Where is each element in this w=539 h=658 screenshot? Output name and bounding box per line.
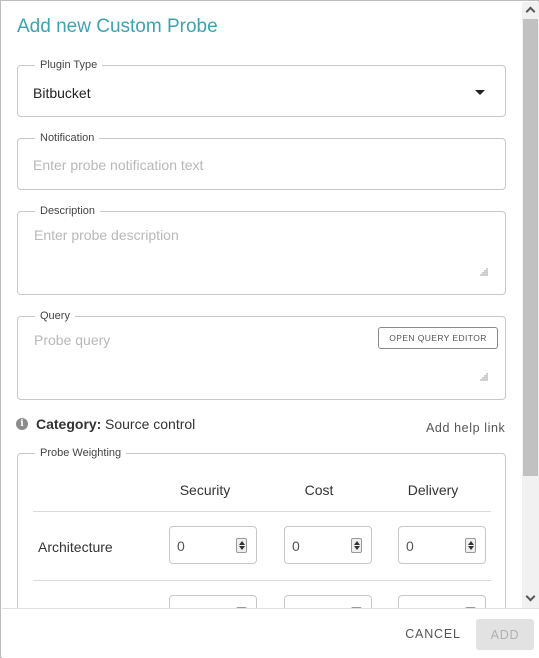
scroll-up-icon[interactable] <box>525 6 536 17</box>
probe-weighting-label: Probe Weighting <box>40 447 122 459</box>
notification-label: Notification <box>40 132 95 144</box>
scrollbar-thumb[interactable] <box>523 19 538 476</box>
row2-cost-input[interactable] <box>284 595 372 608</box>
info-icon: i <box>16 418 28 430</box>
spinner-arrows-icon[interactable] <box>465 538 476 553</box>
description-label: Description <box>40 205 96 217</box>
category-label: Category: <box>36 416 102 432</box>
category-value: Source control <box>105 416 196 432</box>
architecture-cost-input[interactable]: 0 <box>284 526 372 564</box>
row2-security-input[interactable] <box>169 595 257 608</box>
caret-down-icon[interactable] <box>475 90 485 95</box>
query-placeholder: Probe query <box>34 332 111 348</box>
dialog-footer: CANCEL ADD <box>2 608 539 658</box>
vertical-scrollbar[interactable] <box>522 2 539 608</box>
row2-delivery-input[interactable] <box>398 595 486 608</box>
add-custom-probe-dialog: Add new Custom Probe Plugin Type Bitbuck… <box>0 0 539 658</box>
column-header-delivery: Delivery <box>407 482 459 498</box>
cancel-button[interactable]: CANCEL <box>400 621 466 647</box>
description-placeholder: Enter probe description <box>34 227 179 243</box>
column-header-cost: Cost <box>304 482 334 498</box>
query-label: Query <box>40 310 70 322</box>
input-value: 0 <box>177 538 185 554</box>
table-divider <box>33 511 491 512</box>
query-field[interactable]: Query <box>17 310 506 400</box>
open-query-editor-button[interactable]: OPEN QUERY EDITOR <box>378 327 498 349</box>
plugin-type-label: Plugin Type <box>40 59 98 71</box>
dialog-title: Add new Custom Probe <box>17 16 218 37</box>
notification-placeholder: Enter probe notification text <box>33 157 204 173</box>
scroll-down-icon[interactable] <box>525 591 536 602</box>
row-label-architecture: Architecture <box>38 539 113 555</box>
description-field[interactable]: Description <box>17 205 506 295</box>
resize-grip-icon[interactable] <box>480 373 488 381</box>
add-help-link[interactable]: Add help link <box>426 421 505 435</box>
input-value: 0 <box>292 538 300 554</box>
spinner-arrows-icon[interactable] <box>236 538 247 553</box>
column-header-security: Security <box>179 482 231 498</box>
dialog-content: Add new Custom Probe Plugin Type Bitbuck… <box>2 2 522 608</box>
plugin-type-value: Bitbucket <box>33 85 91 101</box>
architecture-delivery-input[interactable]: 0 <box>398 526 486 564</box>
spinner-arrows-icon[interactable] <box>351 538 362 553</box>
add-button[interactable]: ADD <box>476 619 534 650</box>
table-divider <box>33 580 491 581</box>
architecture-security-input[interactable]: 0 <box>169 526 257 564</box>
input-value: 0 <box>406 538 414 554</box>
resize-grip-icon[interactable] <box>480 268 488 276</box>
